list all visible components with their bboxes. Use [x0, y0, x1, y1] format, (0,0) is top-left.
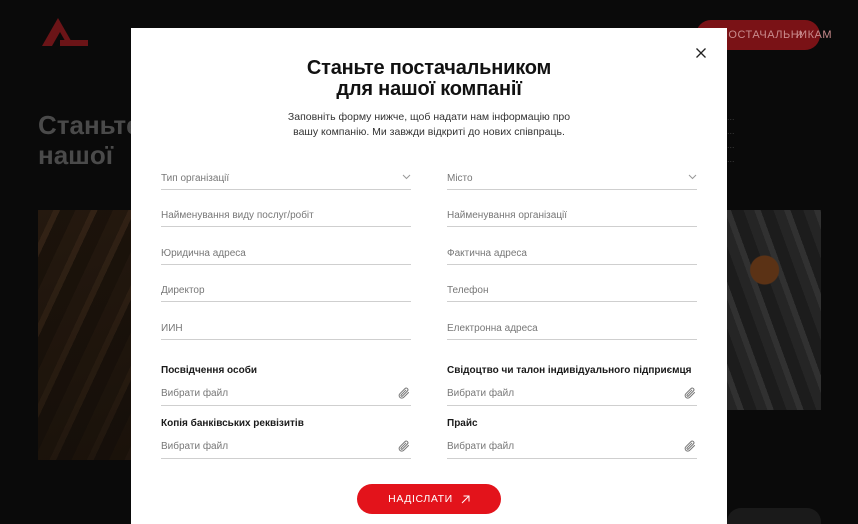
chevron-down-icon	[402, 174, 411, 180]
modal-subtitle: Заповніть форму нижче, щоб надати нам ін…	[281, 110, 577, 140]
supplier-modal: Станьте постачальником для нашої компані…	[131, 28, 727, 524]
org-type-placeholder: Тип організації	[161, 173, 230, 184]
paperclip-icon	[684, 387, 695, 399]
director-input[interactable]: Директор	[161, 278, 411, 302]
bank-details-label: Копія банківських реквізитів	[161, 418, 304, 429]
service-type-placeholder: Найменування виду послуг/робіт	[161, 210, 314, 221]
director-placeholder: Директор	[161, 285, 205, 296]
org-name-placeholder: Найменування організації	[447, 210, 568, 221]
brand-logo	[42, 18, 88, 46]
background-paragraph-line: ...	[727, 112, 735, 122]
submit-button-label: НАДІСЛАТИ	[388, 493, 453, 505]
certificate-label: Свідоцтво чи талон індивідуального підпр…	[447, 365, 692, 376]
background-photo-left	[38, 210, 138, 460]
actual-address-placeholder: Фактична адреса	[447, 248, 527, 259]
city-placeholder: Місто	[447, 173, 473, 184]
org-type-select[interactable]: Тип організації	[161, 166, 411, 190]
phone-placeholder: Телефон	[447, 285, 489, 296]
certificate-file-input[interactable]: Вибрати файл	[447, 382, 697, 406]
bank-details-file-input[interactable]: Вибрати файл	[161, 435, 411, 459]
id-document-label: Посвідчення особи	[161, 365, 258, 376]
background-element	[727, 508, 821, 524]
modal-title: Станьте постачальником для нашої компані…	[131, 58, 727, 100]
legal-address-input[interactable]: Юридична адреса	[161, 241, 411, 265]
background-paragraph-line: ...	[727, 154, 735, 164]
modal-title-line: для нашої компанії	[336, 78, 522, 100]
modal-subtitle-line: Заповніть форму нижче, щоб надати нам ін…	[287, 111, 571, 123]
arrow-up-right-icon	[461, 495, 470, 503]
iin-input[interactable]: ИИН	[161, 316, 411, 340]
paperclip-icon	[398, 387, 409, 399]
iin-placeholder: ИИН	[161, 323, 183, 334]
legal-address-placeholder: Юридична адреса	[161, 248, 246, 259]
org-name-input[interactable]: Найменування організації	[447, 203, 697, 227]
email-input[interactable]: Електронна адреса	[447, 316, 697, 340]
background-photo-right	[727, 210, 821, 410]
price-list-label: Прайс	[447, 418, 478, 429]
submit-button[interactable]: НАДІСЛАТИ	[357, 484, 501, 514]
actual-address-input[interactable]: Фактична адреса	[447, 241, 697, 265]
id-document-file-placeholder: Вибрати файл	[161, 388, 229, 399]
city-select[interactable]: Місто	[447, 166, 697, 190]
paperclip-icon	[684, 440, 695, 452]
background-paragraph-line: ...	[727, 140, 735, 150]
background-paragraph: ... ... ... ...	[727, 110, 827, 166]
background-paragraph-line: ...	[727, 126, 735, 136]
modal-subtitle-line: вашу компанію. Ми завжди відкриті до нов…	[293, 126, 565, 138]
service-type-input[interactable]: Найменування виду послуг/робіт	[161, 203, 411, 227]
paperclip-icon	[398, 440, 409, 452]
header-cta-label: ПОСТАЧАЛЬНИКАМ	[720, 29, 832, 41]
modal-title-line: Станьте постачальником	[306, 57, 552, 79]
bank-details-file-placeholder: Вибрати файл	[161, 441, 229, 452]
arrow-up-right-icon: ↗	[794, 29, 804, 41]
certificate-file-placeholder: Вибрати файл	[447, 388, 515, 399]
email-placeholder: Електронна адреса	[447, 323, 538, 334]
price-list-file-placeholder: Вибрати файл	[447, 441, 515, 452]
id-document-file-input[interactable]: Вибрати файл	[161, 382, 411, 406]
price-list-file-input[interactable]: Вибрати файл	[447, 435, 697, 459]
phone-input[interactable]: Телефон	[447, 278, 697, 302]
chevron-down-icon	[688, 174, 697, 180]
